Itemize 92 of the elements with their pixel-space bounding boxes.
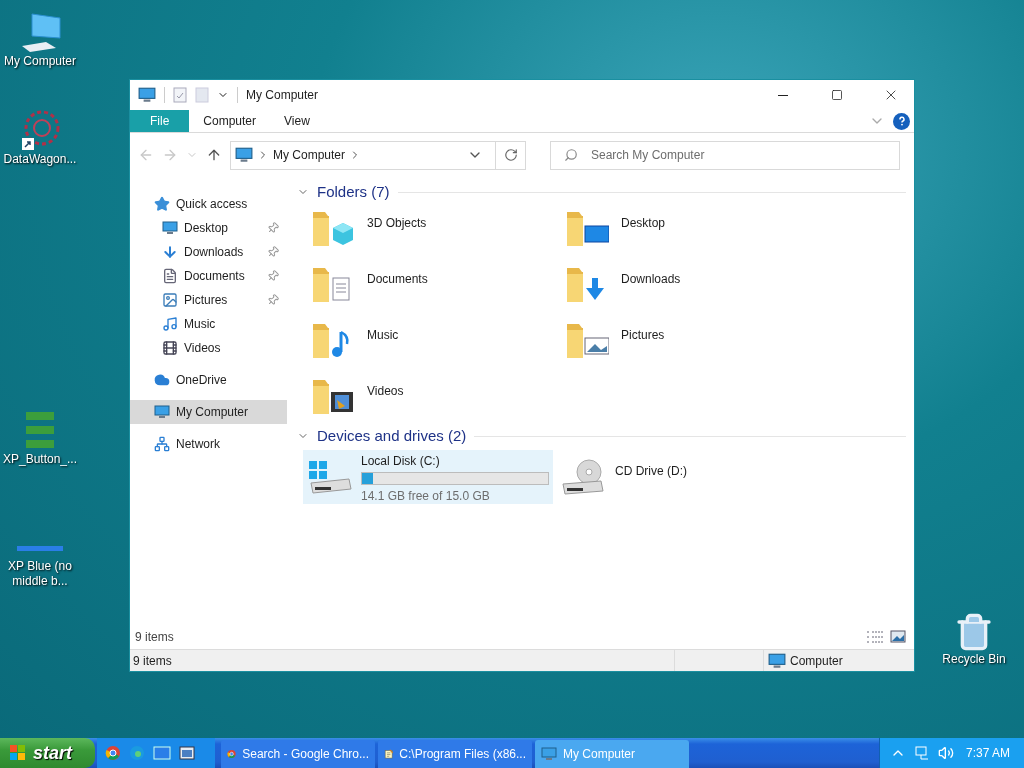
windows-flag-icon — [8, 744, 28, 762]
desktop-icon-label[interactable]: My Computer — [0, 54, 80, 69]
up-icon[interactable] — [206, 147, 222, 163]
desktop-icon-label[interactable]: DataWagon... — [0, 152, 81, 167]
large-icons-view-icon[interactable] — [890, 630, 906, 644]
download-icon — [162, 244, 178, 260]
folder-name: 3D Objects — [367, 215, 427, 232]
desktop-icon-label[interactable]: XP Blue (no middle b... — [0, 559, 83, 589]
desktop-icon-label[interactable]: XP_Button_... — [0, 452, 82, 467]
back-icon[interactable] — [138, 147, 154, 163]
desktop-icon — [162, 220, 178, 236]
sidebar-label: Pictures — [184, 292, 229, 309]
folder-name: Videos — [367, 383, 404, 400]
hard-drive-icon — [307, 459, 353, 495]
new-folder-icon[interactable] — [195, 87, 209, 103]
monitor-icon — [138, 86, 156, 104]
sidebar-item[interactable]: Music — [130, 312, 287, 336]
browser-icon — [105, 745, 121, 761]
properties-icon[interactable] — [173, 87, 187, 103]
folder-name: Pictures — [621, 327, 665, 344]
sidebar-label: Desktop — [184, 220, 230, 237]
network-icon — [154, 436, 170, 452]
status-count: 9 items — [132, 652, 173, 670]
sidebar-label: My Computer — [176, 404, 249, 421]
folder-name: Desktop — [621, 215, 666, 232]
folder-name: Documents — [367, 271, 428, 288]
sidebar-item[interactable]: Quick access — [130, 192, 287, 216]
ribbon-tab[interactable]: Computer — [189, 110, 271, 132]
sidebar-label: Videos — [184, 340, 222, 357]
folder-item[interactable]: Desktop — [565, 206, 819, 262]
sidebar-label: Network — [176, 436, 220, 453]
monitor-icon — [154, 404, 170, 420]
drive-item[interactable]: CD Drive (D:) — [557, 450, 807, 504]
star-icon — [154, 196, 170, 212]
address-bar[interactable]: My Computer — [230, 140, 526, 170]
sidebar-label: Quick access — [176, 196, 248, 213]
folder-item[interactable]: Downloads — [565, 262, 819, 318]
forward-icon[interactable] — [162, 147, 178, 163]
sidebar-item[interactable]: Desktop — [130, 216, 287, 240]
maximize-icon — [831, 89, 843, 101]
sidebar-label: Documents — [184, 268, 246, 285]
item-count: 9 items — [135, 629, 174, 646]
speaker-icon[interactable] — [937, 745, 954, 761]
sidebar-item[interactable]: Downloads — [130, 240, 287, 264]
folder-item[interactable]: Documents — [311, 262, 565, 318]
group-header[interactable]: Folders (7) — [317, 180, 390, 204]
desktop-icon-label[interactable]: Recycle Bin — [938, 652, 1010, 667]
taskbar-task[interactable]: Search - Google Chro... — [221, 740, 375, 768]
window-icon — [179, 746, 195, 760]
status-location: Computer — [790, 652, 843, 670]
folder-item[interactable]: Music — [311, 318, 565, 374]
taskbar-task[interactable]: C:\Program Files (x86... — [378, 740, 532, 768]
monitor-icon — [768, 651, 786, 670]
document-icon — [162, 268, 178, 284]
search-field[interactable]: Search My Computer — [550, 140, 900, 170]
minimize-icon — [778, 94, 788, 96]
search-icon — [564, 147, 578, 162]
monitor-icon — [541, 746, 557, 762]
refresh-icon — [503, 148, 518, 162]
window-title: My Computer — [246, 87, 319, 104]
sidebar-item[interactable]: Videos — [130, 336, 287, 360]
sidebar-label: Downloads — [184, 244, 245, 261]
ribbon-tab[interactable]: View — [270, 110, 324, 132]
swirl-icon — [129, 745, 145, 761]
desktop-icon — [153, 746, 171, 760]
help-icon[interactable] — [893, 112, 910, 130]
folder-item[interactable]: 3D Objects — [311, 206, 565, 262]
sidebar-item[interactable]: OneDrive — [130, 368, 287, 392]
sidebar-label: OneDrive — [176, 372, 227, 389]
cloud-icon — [154, 372, 170, 388]
sidebar-item[interactable]: Documents — [130, 264, 287, 288]
film-icon — [162, 340, 178, 356]
free-space-text: 14.1 GB free of 15.0 GB — [361, 488, 491, 505]
details-view-icon[interactable] — [866, 630, 884, 644]
music-note-icon — [162, 316, 178, 332]
folder-name: Downloads — [621, 271, 681, 288]
monitor-icon — [235, 146, 253, 164]
network-icon[interactable] — [913, 745, 930, 761]
folder-item[interactable]: Pictures — [565, 318, 819, 374]
sidebar-item[interactable]: Network — [130, 432, 287, 456]
drive-name: Local Disk (C:) — [361, 453, 441, 470]
sidebar-item[interactable]: Pictures — [130, 288, 287, 312]
start-button[interactable]: start — [0, 738, 95, 768]
picture-icon — [162, 292, 178, 308]
drive-name: CD Drive (D:) — [615, 463, 687, 480]
bar-icon — [17, 546, 63, 551]
address-segment[interactable]: My Computer — [273, 146, 346, 164]
cd-drive-icon — [561, 458, 607, 496]
sidebar-item[interactable]: My Computer — [130, 400, 287, 424]
sidebar-label: Music — [184, 316, 217, 333]
folder-name: Music — [367, 327, 399, 344]
drive-item[interactable]: Local Disk (C:) 14.1 GB free of 15.0 GB — [303, 450, 553, 504]
